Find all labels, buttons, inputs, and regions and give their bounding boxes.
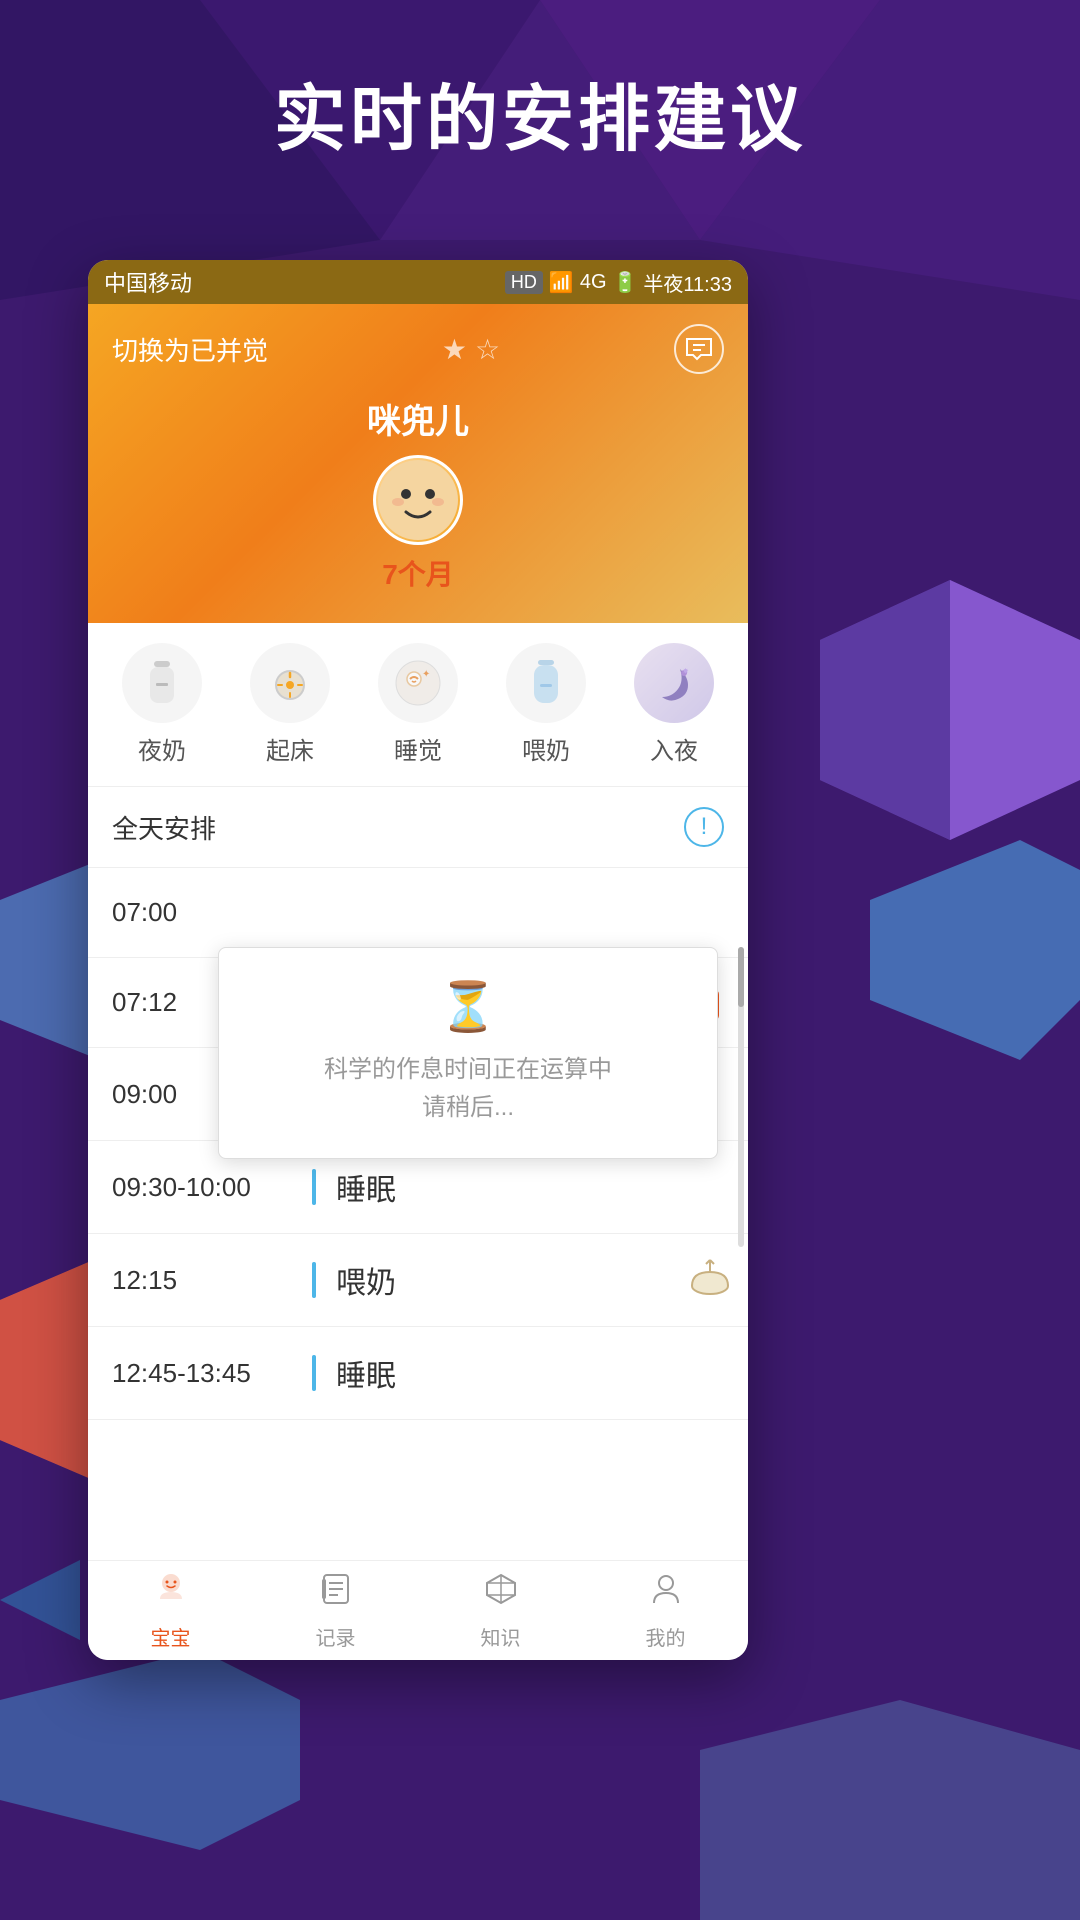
nav-records-icon	[318, 1571, 354, 1616]
divider-0930	[312, 1169, 316, 1205]
computing-popup: ⏳ 科学的作息时间正在运算中 请稍后...	[218, 947, 718, 1159]
scrollbar-thumb[interactable]	[738, 947, 744, 1007]
night-icon	[634, 643, 714, 723]
action-night[interactable]: 入夜	[624, 643, 724, 766]
schedule-title: 全天安排	[112, 809, 216, 846]
avatar-container	[112, 455, 724, 545]
chat-button[interactable]	[674, 324, 724, 374]
action-feed[interactable]: 喂奶	[496, 643, 596, 766]
computing-text-line1: 科学的作息时间正在运算中	[239, 1051, 697, 1089]
computing-text-line2: 请稍后...	[239, 1089, 697, 1127]
star-area: ★ ☆	[442, 333, 500, 366]
action-wake-up-label: 起床	[266, 731, 314, 766]
baby-avatar[interactable]	[373, 455, 463, 545]
nav-mine[interactable]: 我的	[583, 1561, 748, 1661]
nav-baby-icon	[153, 1571, 189, 1616]
nav-knowledge-label: 知识	[481, 1622, 521, 1651]
nav-knowledge[interactable]: 知识	[418, 1561, 583, 1661]
hd-badge: HD	[505, 271, 543, 294]
baby-age: 7个月	[112, 553, 724, 593]
page-title: 实时的安排建议	[0, 60, 1080, 165]
battery-icon: 🔋	[613, 270, 638, 295]
nav-mine-icon	[648, 1571, 684, 1616]
svg-text:✦: ✦	[422, 669, 430, 680]
computing-text: 科学的作息时间正在运算中 请稍后...	[239, 1051, 697, 1128]
schedule-row-1215: 12:15 喂奶	[88, 1234, 748, 1327]
baby-name: 咪兜儿	[112, 394, 724, 443]
divider-1245	[312, 1355, 316, 1391]
scrollbar[interactable]	[738, 947, 744, 1247]
time-1215: 12:15	[112, 1265, 312, 1296]
sleep-icon: ✦	[378, 643, 458, 723]
nav-baby[interactable]: 宝宝	[88, 1561, 253, 1661]
schedule-row-1245: 12:45-13:45 睡眠	[88, 1327, 748, 1420]
action-sleep-label: 睡觉	[394, 731, 442, 766]
bottom-nav: 宝宝 记录	[88, 1560, 748, 1660]
action-wake-up[interactable]: 起床	[240, 643, 340, 766]
time-1245: 12:45-13:45	[112, 1358, 312, 1389]
info-icon[interactable]: !	[684, 807, 724, 847]
nav-mine-label: 我的	[646, 1622, 686, 1651]
star-empty[interactable]: ☆	[475, 333, 500, 366]
header-top: 切换为已并觉 ★ ☆	[112, 324, 724, 374]
nav-baby-label: 宝宝	[151, 1622, 191, 1651]
divider-1215	[312, 1262, 316, 1298]
time-0930: 09:30-10:00	[112, 1172, 312, 1203]
baby-info: 咪兜儿 7个月	[112, 394, 724, 593]
feed-icon	[506, 643, 586, 723]
nav-records[interactable]: 记录	[253, 1561, 418, 1661]
hourglass-icon: ⏳	[239, 978, 697, 1035]
time-0700: 07:00	[112, 897, 312, 928]
action-night-milk-label: 夜奶	[138, 731, 186, 766]
nav-records-label: 记录	[316, 1622, 356, 1651]
status-right: HD 📶 4G 🔋 半夜11:33	[505, 268, 732, 297]
phone-mockup: 中国移动 HD 📶 4G 🔋 半夜11:33 切换为已并觉 ★ ☆	[88, 260, 748, 1660]
status-bar: 中国移动 HD 📶 4G 🔋 半夜11:33	[88, 260, 748, 304]
event-1245: 睡眠	[336, 1351, 396, 1395]
star-filled[interactable]: ★	[442, 333, 467, 366]
schedule-row-0700: 07:00	[88, 868, 748, 958]
nav-knowledge-icon	[483, 1571, 519, 1616]
wifi-icon: 📶	[549, 270, 574, 295]
action-night-milk[interactable]: 夜奶	[112, 643, 212, 766]
event-0930: 睡眠	[336, 1165, 396, 1209]
night-milk-icon	[122, 643, 202, 723]
title-area: 实时的安排建议	[0, 60, 1080, 165]
action-feed-label: 喂奶	[522, 731, 570, 766]
quick-actions: 夜奶 起床	[88, 623, 748, 787]
schedule-area: 全天安排 ! 07:00 07:12 09:00 喂奶	[88, 787, 748, 1420]
event-1215: 喂奶	[336, 1258, 396, 1302]
switch-button[interactable]: 切换为已并觉	[112, 331, 268, 368]
carrier-label: 中国移动	[104, 266, 192, 298]
wake-up-icon	[250, 643, 330, 723]
signal-icon: 4G	[580, 271, 607, 294]
food-icon	[688, 1258, 732, 1303]
time-display: 半夜11:33	[643, 268, 732, 297]
action-sleep[interactable]: ✦ 睡觉	[368, 643, 468, 766]
app-header: 切换为已并觉 ★ ☆ 咪兜儿	[88, 304, 748, 653]
schedule-header: 全天安排 !	[88, 787, 748, 868]
action-night-label: 入夜	[650, 731, 698, 766]
